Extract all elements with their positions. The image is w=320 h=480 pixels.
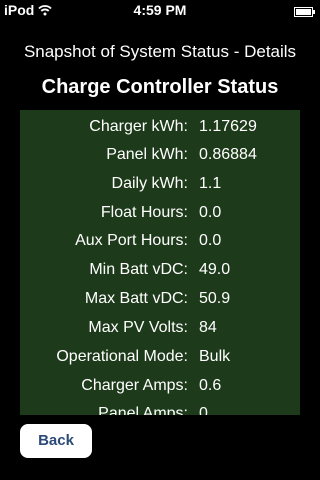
row-value: 0.0 <box>199 204 222 221</box>
page-title: Snapshot of System Status - Details <box>23 42 297 61</box>
row-value: 49.0 <box>199 261 231 278</box>
row-charger-amps: Charger Amps: 0.6 <box>20 372 300 400</box>
row-value: 50.9 <box>199 290 231 307</box>
row-daily-kwh: Daily kWh: 1.1 <box>20 170 300 198</box>
row-label: Max PV Volts: <box>88 319 188 336</box>
row-charger-kwh: Charger kWh: 1.17629 <box>20 113 300 141</box>
row-label: Float Hours: <box>100 204 188 221</box>
row-min-batt-vdc: Min Batt vDC: 49.0 <box>20 256 300 284</box>
section-heading: Charge Controller Status <box>41 76 279 98</box>
row-value: 1.17629 <box>199 118 257 135</box>
row-label: Daily kWh: <box>111 175 188 192</box>
row-value: 1.1 <box>199 175 222 192</box>
row-label: Panel kWh: <box>106 146 188 163</box>
row-value: Bulk <box>199 348 231 365</box>
row-value: 84 <box>199 319 217 336</box>
row-value: 0.86884 <box>199 146 257 163</box>
row-max-batt-vdc: Max Batt vDC: 50.9 <box>20 285 300 313</box>
row-max-pv-volts: Max PV Volts: 84 <box>20 314 300 342</box>
row-label: Operational Mode: <box>56 348 188 365</box>
toolbar: Back <box>0 415 320 480</box>
row-float-hours: Float Hours: 0.0 <box>20 199 300 227</box>
row-label: Min Batt vDC: <box>89 261 188 278</box>
status-time: 4:59 PM <box>133 2 187 18</box>
row-panel-kwh: Panel kWh: 0.86884 <box>20 141 300 169</box>
row-value: 0 <box>199 405 208 415</box>
row-aux-port-hours: Aux Port Hours: 0.0 <box>20 227 300 255</box>
row-label: Panel Amps: <box>98 405 188 415</box>
row-label: Charger Amps: <box>81 377 188 394</box>
row-label: Charger kWh: <box>89 118 188 135</box>
row-value: 0.0 <box>199 232 222 249</box>
row-label: Aux Port Hours: <box>75 232 188 249</box>
row-operational-mode: Operational Mode: Bulk <box>20 343 300 371</box>
back-button[interactable]: Back <box>20 424 92 458</box>
row-value: 0.6 <box>199 377 222 394</box>
status-details-list[interactable]: Charger kWh: 1.17629 Panel kWh: 0.86884 … <box>20 110 300 415</box>
battery-icon <box>294 4 316 17</box>
row-label: Max Batt vDC: <box>84 290 188 307</box>
status-bar: iPod 4:59 PM <box>0 0 320 20</box>
row-panel-amps: Panel Amps: 0 <box>20 400 300 415</box>
